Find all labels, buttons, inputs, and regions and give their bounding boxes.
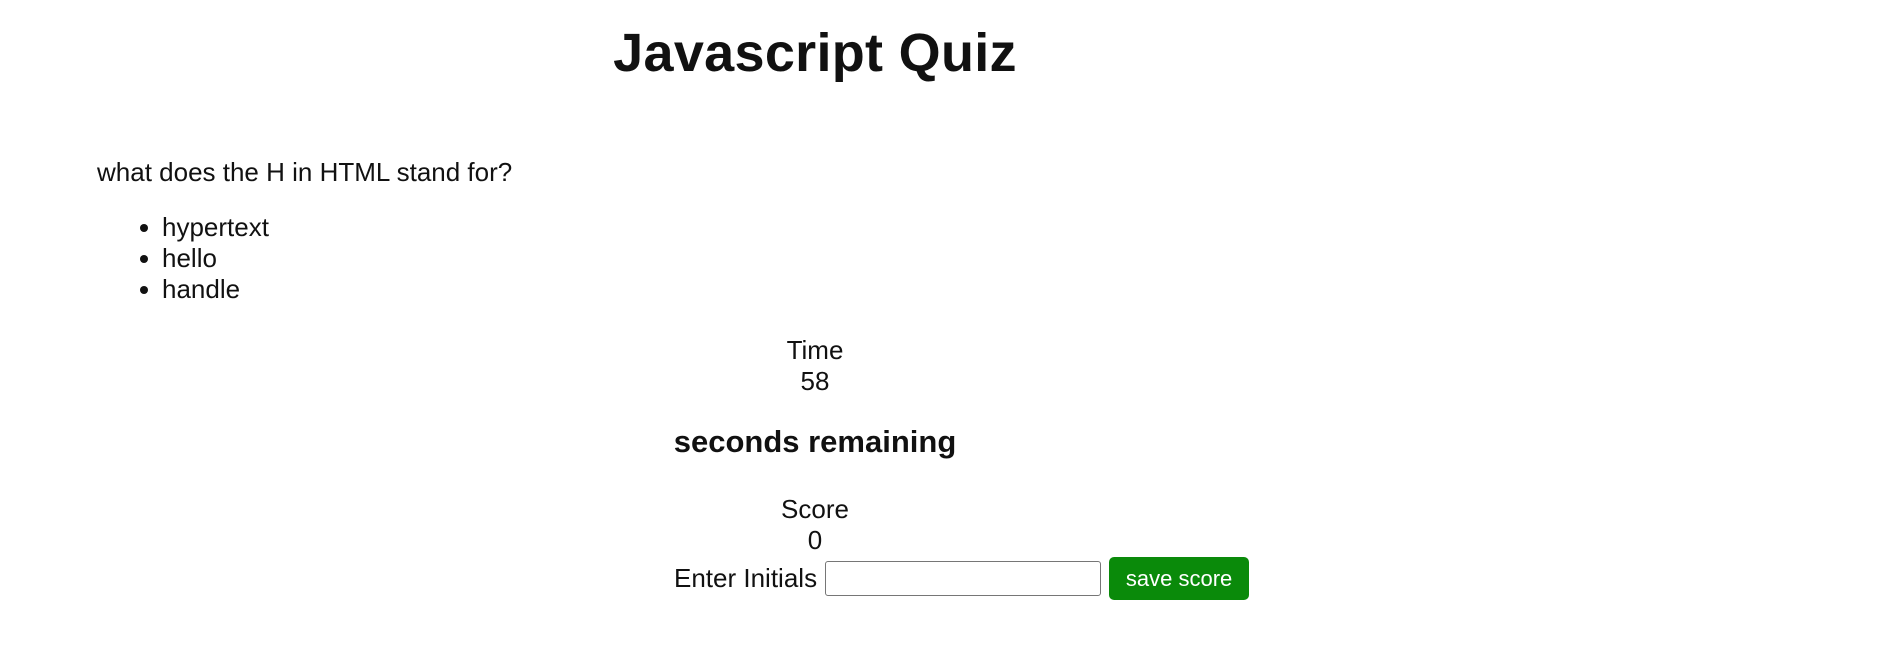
quiz-page: Javascript Quiz what does the H in HTML … bbox=[0, 0, 1885, 670]
score-value: 0 bbox=[807, 525, 823, 555]
answer-option-hello[interactable]: hello bbox=[140, 243, 269, 274]
initials-label: Enter Initials bbox=[674, 563, 818, 593]
answer-option-hypertext[interactable]: hypertext bbox=[140, 212, 269, 243]
save-score-form: Enter Initials save score bbox=[674, 557, 1250, 600]
timer-label: Time bbox=[786, 335, 844, 365]
question-text: what does the H in HTML stand for? bbox=[97, 157, 513, 187]
score-label: Score bbox=[781, 494, 849, 524]
seconds-remaining-heading: seconds remaining bbox=[673, 424, 957, 459]
initials-input[interactable] bbox=[825, 561, 1102, 596]
score: Score 0 bbox=[0, 494, 1630, 556]
page-title: Javascript Quiz bbox=[613, 23, 1017, 83]
timer: Time 58 bbox=[0, 335, 1630, 397]
answer-list: hypertext hello handle bbox=[140, 212, 269, 305]
timer-value: 58 bbox=[800, 366, 830, 396]
save-score-button[interactable]: save score bbox=[1109, 557, 1250, 600]
answer-option-handle[interactable]: handle bbox=[140, 274, 269, 305]
